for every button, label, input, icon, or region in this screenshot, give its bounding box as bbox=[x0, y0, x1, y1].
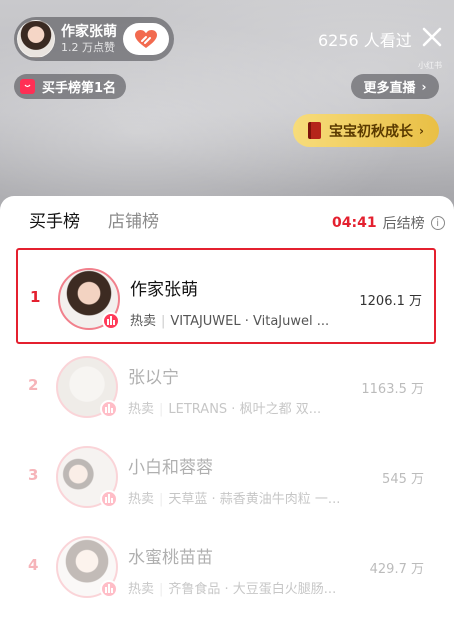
hot-tag: 热卖 bbox=[128, 582, 155, 597]
promo-button[interactable]: 宝宝初秋成长 › bbox=[293, 114, 439, 147]
anchor-name: 作家张萌 bbox=[61, 23, 117, 40]
info-icon[interactable]: i bbox=[430, 216, 445, 230]
rank-number: 4 bbox=[28, 556, 39, 574]
hot-tag: 热卖 bbox=[128, 402, 155, 417]
ranking-row[interactable]: 2 张以宁 热卖 | LETRANS · 枫叶之都 双... 1163.5 万 bbox=[16, 338, 436, 434]
ranking-name: 小白和蓉蓉 bbox=[128, 458, 213, 478]
chevron-right-icon: › bbox=[419, 123, 424, 138]
ranking-subtitle: 热卖 | 齐鲁食品 · 大豆蛋白火腿肠... bbox=[128, 582, 337, 597]
hot-tag: 热卖 bbox=[130, 314, 157, 329]
rank-number: 1 bbox=[30, 288, 41, 306]
ranking-items: VITAJUWEL · VitaJuwel ... bbox=[170, 314, 330, 329]
ranking-panel: 买手榜 店铺榜 04:41 后结榜 i 1 作家张萌 热卖 | VITAJUWEL … bbox=[0, 196, 454, 621]
close-button[interactable] bbox=[421, 26, 443, 48]
follow-heart-icon bbox=[135, 30, 157, 48]
anchor-info-pill[interactable]: 作家张萌 1.2 万点赞 bbox=[14, 17, 174, 61]
tab-store-ranking[interactable]: 店铺榜 bbox=[108, 210, 159, 234]
ranking-tabs: 买手榜 店铺榜 bbox=[29, 210, 187, 234]
viewer-count: 6256 人看过 bbox=[318, 31, 412, 50]
ranking-name: 张以宁 bbox=[128, 368, 179, 388]
more-live-button[interactable]: 更多直播 › bbox=[351, 74, 439, 99]
ranking-items: LETRANS · 枫叶之都 双... bbox=[168, 402, 322, 417]
countdown-time: 04:41 bbox=[332, 215, 377, 231]
anchor-avatar[interactable] bbox=[17, 20, 55, 58]
ranking-subtitle: 热卖 | LETRANS · 枫叶之都 双... bbox=[128, 402, 322, 417]
live-indicator-icon bbox=[100, 490, 118, 508]
ranking-avatar[interactable] bbox=[56, 446, 118, 508]
tab-buyer-ranking[interactable]: 买手榜 bbox=[29, 210, 80, 234]
ranking-avatar[interactable] bbox=[58, 268, 120, 330]
live-indicator-icon bbox=[100, 580, 118, 598]
ranking-avatar[interactable] bbox=[56, 536, 118, 598]
ranking-name: 作家张萌 bbox=[130, 280, 198, 300]
ranking-name: 水蜜桃苗苗 bbox=[128, 548, 213, 568]
ranking-amount: 429.7 万 bbox=[369, 562, 424, 577]
countdown-label: 后结榜 bbox=[382, 216, 425, 232]
anchor-likes-count: 1.2 万点赞 bbox=[61, 40, 115, 54]
promo-label: 宝宝初秋成长 bbox=[329, 123, 414, 140]
book-icon bbox=[308, 122, 322, 139]
ranking-subtitle: 热卖 | VITAJUWEL · VitaJuwel ... bbox=[130, 314, 330, 329]
ranking-items: 天草蓝 · 蒜香黄油牛肉粒 一... bbox=[168, 492, 341, 507]
rank-badge-label: 买手榜第1名 bbox=[42, 81, 117, 96]
rank-number: 2 bbox=[28, 376, 39, 394]
more-live-label: 更多直播 bbox=[363, 81, 416, 96]
ranking-amount: 1206.1 万 bbox=[359, 294, 422, 309]
ranking-avatar[interactable] bbox=[56, 356, 118, 418]
watermark-tag: 小红书 bbox=[418, 61, 442, 70]
ranking-countdown: 04:41 后结榜 i bbox=[332, 213, 445, 233]
rank-number: 3 bbox=[28, 466, 39, 484]
chevron-right-icon: › bbox=[421, 79, 427, 94]
ranking-row[interactable]: 1 作家张萌 热卖 | VITAJUWEL · VitaJuwel ... 1206… bbox=[16, 248, 436, 344]
rank-badge[interactable]: 买手榜第1名 bbox=[14, 74, 127, 99]
ranking-amount: 545 万 bbox=[382, 472, 424, 487]
hot-tag: 热卖 bbox=[128, 492, 155, 507]
shopping-bag-icon bbox=[20, 79, 35, 94]
ranking-row[interactable]: 4 水蜜桃苗苗 热卖 | 齐鲁食品 · 大豆蛋白火腿肠... 429.7 万 bbox=[16, 518, 436, 614]
live-indicator-icon bbox=[100, 400, 118, 418]
ranking-amount: 1163.5 万 bbox=[361, 382, 424, 397]
close-icon bbox=[422, 27, 442, 47]
ranking-items: 齐鲁食品 · 大豆蛋白火腿肠... bbox=[168, 582, 337, 597]
ranking-row[interactable]: 3 小白和蓉蓉 热卖 | 天草蓝 · 蒜香黄油牛肉粒 一... 545 万 bbox=[16, 428, 436, 524]
live-indicator-icon bbox=[102, 312, 120, 330]
follow-button[interactable] bbox=[123, 23, 169, 55]
ranking-subtitle: 热卖 | 天草蓝 · 蒜香黄油牛肉粒 一... bbox=[128, 492, 341, 507]
